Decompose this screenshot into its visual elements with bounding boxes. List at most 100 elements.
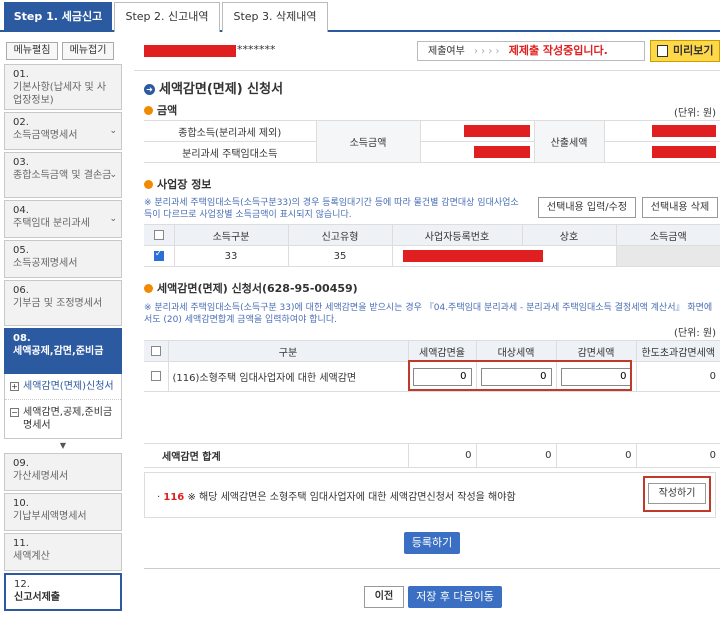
business-note: ※ 분리과세 주택임대소득(소득구분33)의 경우 등록임대기간 등에 따라 물…: [144, 198, 519, 220]
col-excess-reduction: 한도초과감면세액: [635, 340, 720, 362]
sidebar-item-number: 09.: [13, 458, 29, 469]
top-bar: ******* 제출여부 › › › › 제제출 작성중입니다. 미리보기: [134, 40, 720, 64]
select-all-checkbox[interactable]: [153, 229, 164, 240]
table-row[interactable]: (116)소형주택 임대사업자에 대한 세액감면 0: [144, 361, 720, 392]
sidebar-item-11[interactable]: 11. 세액계산: [4, 533, 122, 571]
sidebar-item-12[interactable]: 12. 신고서제출: [4, 573, 122, 611]
target-tax-input[interactable]: [480, 367, 552, 386]
chevron-down-icon: ⌄: [109, 126, 117, 136]
total-rate: 0: [407, 443, 477, 468]
sidebar-item-label: 기납부세액명세서: [13, 511, 87, 522]
submenu-item-reduction-application[interactable]: + 세액감면(면제)신청서: [5, 374, 121, 399]
tab-step3[interactable]: Step 3. 삭제내역: [222, 2, 328, 32]
sidebar-item-01[interactable]: 01. 기본사항(납세자 및 사업장정보): [4, 64, 122, 110]
total-row: 세액감면 합계 0 0 0 0: [144, 443, 720, 468]
rate-input[interactable]: [412, 367, 472, 386]
sidebar-item-number: 02.: [13, 117, 29, 128]
sidebar-item-02[interactable]: 02. 소득금액명세서 ⌄: [4, 112, 122, 150]
select-all-cell: [144, 224, 175, 246]
sidebar-item-label: 주택임대 분리과세: [13, 218, 90, 229]
sidebar-item-03[interactable]: 03. 종합소득금액 및 결손금 ⌄: [4, 152, 122, 198]
application-section-title: 세액감면(면제) 신청서(628-95-00459): [144, 280, 358, 296]
income-value-2: [419, 141, 535, 163]
col-rate: 세액감면율: [407, 340, 477, 362]
save-next-button[interactable]: 저장 후 다음이동: [408, 586, 502, 608]
sidebar: 메뉴펼침 메뉴접기 01. 기본사항(납세자 및 사업장정보) 02. 소득금액…: [0, 40, 126, 620]
business-number-cell: [391, 245, 617, 267]
submenu-item-label: 세액감면(면제)신청서: [23, 381, 114, 392]
sidebar-item-number: 11.: [13, 538, 29, 549]
sidebar-item-06[interactable]: 06. 기부금 및 조정명세서: [4, 280, 122, 326]
income-value-1: [419, 120, 535, 142]
register-button[interactable]: 등록하기: [404, 532, 460, 554]
document-icon: [657, 45, 668, 57]
total-excess: 0: [635, 443, 720, 468]
sidebar-item-number: 03.: [13, 157, 29, 168]
income-type-cell: 33: [173, 245, 289, 267]
row-checkbox-cell: [144, 361, 169, 392]
hint-code: 116: [163, 492, 185, 503]
write-button[interactable]: 작성하기: [648, 483, 706, 504]
sidebar-item-09[interactable]: 09. 가산세명세서: [4, 453, 122, 491]
tab-step2[interactable]: Step 2. 신고내역: [114, 2, 220, 32]
table-row[interactable]: 33 35: [144, 245, 720, 267]
select-all-checkbox[interactable]: [150, 345, 161, 356]
chevron-down-icon: ⌄: [109, 214, 117, 224]
amount-row2-label: 분리과세 주택임대소득: [144, 141, 317, 163]
sidebar-item-label: 종합소득금액 및 결손금: [13, 170, 112, 181]
col-report-type: 신고유형: [287, 224, 393, 246]
sidebar-item-08[interactable]: 08. 세액공제,감면,준비금: [4, 328, 122, 374]
excess-cell: 0: [635, 361, 720, 392]
submenu-item-reduction-statement[interactable]: − 세액감면,공제,준비금명세서: [5, 399, 121, 438]
sidebar-menu: 01. 기본사항(납세자 및 사업장정보) 02. 소득금액명세서 ⌄ 03. …: [4, 64, 122, 613]
reduction-table: 구분 세액감면율 대상세액 감면세액 한도초과감면세액 (116)소형주택 임대…: [144, 340, 720, 468]
status-label: 제출여부: [428, 46, 465, 57]
masked-id: *******: [237, 43, 276, 56]
business-section-title: 사업장 정보: [144, 176, 211, 192]
select-all-cell: [144, 340, 169, 362]
amount-table: 종합소득(분리과세 제외) 소득금액 산출세액 분리과세 주택임대소득: [144, 120, 720, 163]
delete-selected-button[interactable]: 선택내용 삭제: [642, 197, 718, 218]
hint-text: ※ 해당 세액감면은 소형주택 임대사업자에 대한 세액감면신청서 작성을 해야…: [187, 492, 516, 503]
submission-status: 제출여부 › › › › 제제출 작성중입니다.: [417, 41, 645, 61]
sidebar-item-number: 01.: [13, 69, 29, 80]
row-checkbox[interactable]: [153, 249, 164, 261]
col-income-type: 소득구분: [173, 224, 289, 246]
status-value: 제제출 작성중입니다.: [508, 44, 608, 57]
rate-cell: [407, 361, 477, 392]
row-checkbox[interactable]: [150, 371, 161, 381]
tab-step1[interactable]: Step 1. 세금신고: [4, 2, 112, 32]
income-amount-cell: [615, 245, 720, 267]
application-unit: (단위: 원): [674, 328, 716, 339]
reduction-label-cell: (116)소형주택 임대사업자에 대한 세액감면: [167, 361, 409, 392]
status-arrows: › › › ›: [474, 46, 500, 57]
total-reduction: 0: [555, 443, 637, 468]
preview-button[interactable]: 미리보기: [650, 40, 720, 62]
menu-expand-button[interactable]: 메뉴펼침: [6, 42, 58, 60]
chevron-down-icon: ⌄: [109, 170, 117, 180]
sidebar-item-10[interactable]: 10. 기납부세액명세서: [4, 493, 122, 531]
col-trade-name: 상호: [521, 224, 617, 246]
sidebar-item-label: 세액공제,감면,준비금: [13, 346, 104, 357]
plus-icon: +: [10, 382, 19, 391]
reduction-cell: [555, 361, 637, 392]
prev-button[interactable]: 이전: [364, 586, 404, 608]
sidebar-item-04[interactable]: 04. 주택임대 분리과세 ⌄: [4, 200, 122, 238]
bullet-icon: [144, 106, 153, 115]
sidebar-item-label: 기부금 및 조정명세서: [13, 298, 103, 309]
tax-label: 산출세액: [533, 120, 605, 163]
business-table: 소득구분 신고유형 사업자등록번호 상호 소득금액 33 35: [144, 224, 720, 267]
hint-box: · 116 ※ 해당 세액감면은 소형주택 임대사업자에 대한 세액감면신청서 …: [144, 472, 716, 518]
write-highlight: 작성하기: [643, 476, 711, 512]
sidebar-item-label: 세액계산: [13, 551, 50, 562]
amount-row1-label: 종합소득(분리과세 제외): [144, 120, 317, 142]
menu-collapse-button[interactable]: 메뉴접기: [62, 42, 114, 60]
sidebar-submenu: + 세액감면(면제)신청서 − 세액감면,공제,준비금명세서: [4, 374, 122, 439]
reduction-tax-input[interactable]: [560, 367, 632, 386]
col-business-number: 사업자등록번호: [391, 224, 523, 246]
sidebar-item-label: 기본사항(납세자 및 사업장정보): [13, 82, 107, 106]
minus-icon: −: [10, 408, 19, 417]
sidebar-item-05[interactable]: 05. 소득공제명세서: [4, 240, 122, 278]
edit-selected-button[interactable]: 선택내용 입력/수정: [538, 197, 636, 218]
row-checkbox-cell: [144, 245, 175, 267]
